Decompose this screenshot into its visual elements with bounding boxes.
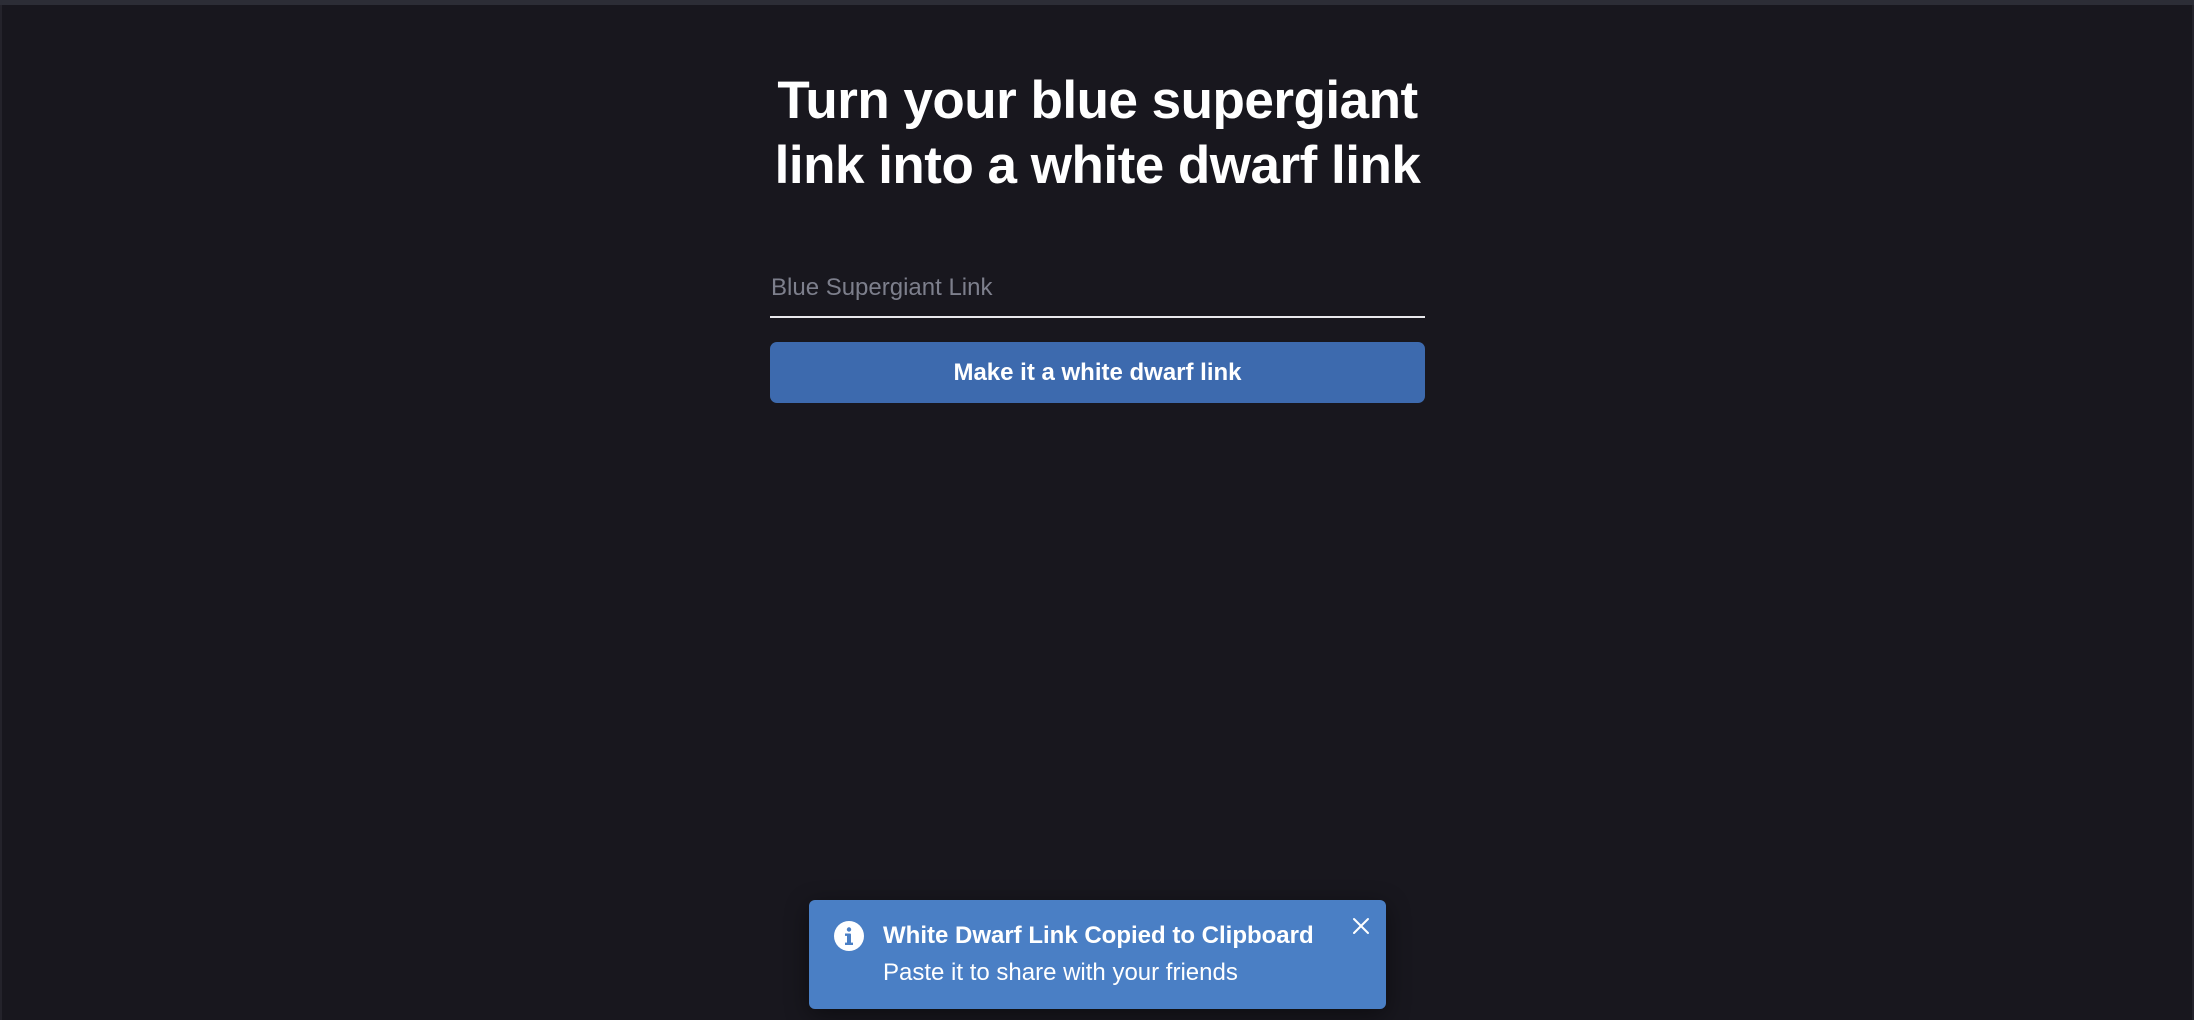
- toast-title: White Dwarf Link Copied to Clipboard: [883, 922, 1314, 949]
- close-icon[interactable]: [1350, 915, 1372, 937]
- main-content: Turn your blue supergiant link into a wh…: [770, 68, 1425, 403]
- window-top-border: [0, 0, 2194, 5]
- page-title-line-1: Turn your blue supergiant: [777, 71, 1418, 130]
- make-white-dwarf-link-button[interactable]: Make it a white dwarf link: [770, 342, 1425, 403]
- info-icon: [834, 921, 864, 951]
- page-title: Turn your blue supergiant link into a wh…: [770, 68, 1425, 198]
- copied-toast: White Dwarf Link Copied to Clipboard Pas…: [809, 900, 1386, 1009]
- window-left-border: [0, 5, 2, 1020]
- blue-supergiant-link-input[interactable]: [770, 268, 1425, 318]
- toast-description: Paste it to share with your friends: [883, 959, 1238, 986]
- page-title-line-2: link into a white dwarf link: [774, 136, 1421, 195]
